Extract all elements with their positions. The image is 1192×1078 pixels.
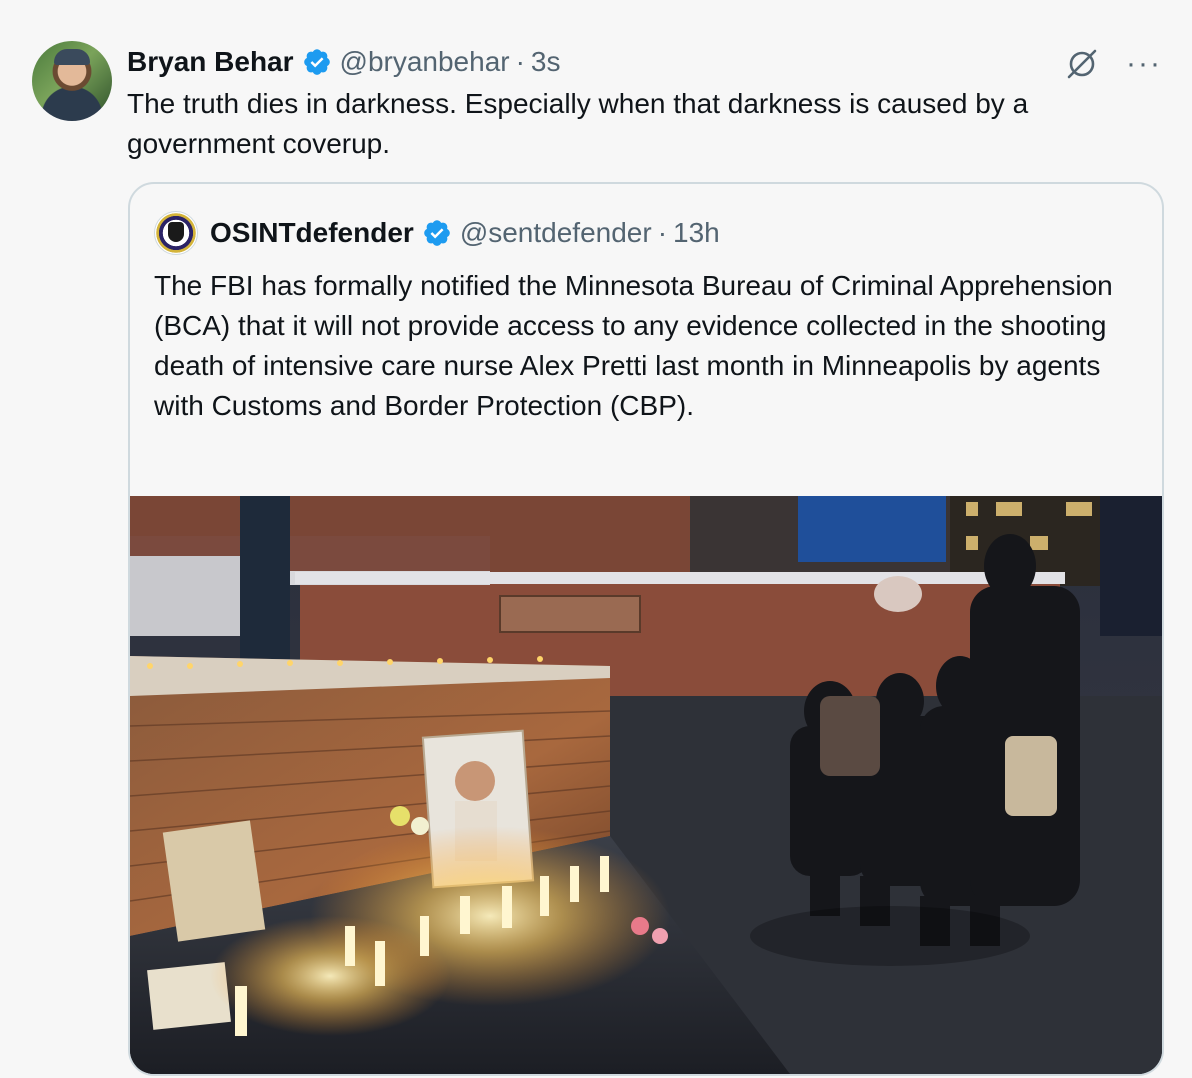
quoted-tweet[interactable]: OSINTdefender @sentdefender · 13h The FB… [128,182,1164,1076]
grok-icon[interactable] [1064,46,1100,82]
quoted-handle[interactable]: @sentdefender [460,217,652,249]
verified-badge-icon [303,49,330,75]
quoted-timestamp[interactable]: 13h [673,217,720,249]
tweet-actions-top: ··· [1064,46,1162,82]
author-name[interactable]: Bryan Behar [127,46,294,78]
tweet-text: The truth dies in darkness. Especially w… [127,88,1029,159]
tweet-header: Bryan Behar @bryanbehar · 3s [127,44,561,80]
more-options-icon[interactable]: ··· [1126,49,1162,79]
user-avatar[interactable] [32,41,112,121]
separator-dot: · [657,217,668,248]
avatar-cap [54,49,90,65]
quoted-author-name[interactable]: OSINTdefender [210,217,414,249]
separator-dot: · [515,46,525,77]
timestamp[interactable]: 3s [531,46,561,78]
quoted-header: OSINTdefender @sentdefender · 13h [154,210,720,256]
tweet[interactable]: Bryan Behar @bryanbehar · 3s ··· The tru… [0,8,1192,1078]
author-handle[interactable]: @bryanbehar [340,46,510,78]
quoted-text: The FBI has formally notified the Minnes… [154,270,1113,421]
memorial-photo[interactable] [130,496,1162,1074]
verified-badge-icon [424,220,450,246]
quoted-avatar[interactable] [154,211,198,255]
